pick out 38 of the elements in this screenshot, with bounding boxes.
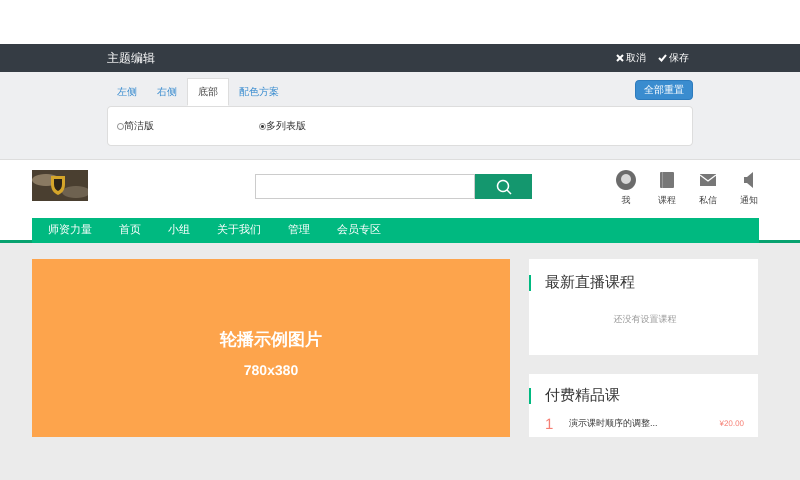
- user-link[interactable]: 我: [612, 170, 640, 208]
- tab[interactable]: 底部: [187, 78, 229, 106]
- check-icon: [658, 54, 667, 62]
- editor-title: 主题编辑: [107, 50, 155, 67]
- radio-option[interactable]: 简洁版: [117, 118, 259, 134]
- nav-link[interactable]: 会员专区: [337, 222, 381, 239]
- card-title: 最新直播课程: [545, 273, 635, 293]
- empty-message: 还没有设置课程: [612, 312, 678, 326]
- close-icon: [616, 54, 624, 62]
- nav-link[interactable]: 师资力量: [48, 222, 92, 239]
- nav-link[interactable]: 首页: [119, 222, 141, 239]
- book-icon: [659, 171, 675, 189]
- save-button[interactable]: 保存: [658, 50, 689, 66]
- speaker-icon: [743, 172, 755, 188]
- radio-option[interactable]: 多列表版: [259, 118, 306, 134]
- slide-size: 780x380: [244, 361, 298, 380]
- slide-title: 轮播示例图片: [220, 328, 322, 351]
- cancel-button[interactable]: 取消: [616, 50, 646, 66]
- course-price: ¥20.00: [720, 418, 744, 430]
- search-icon: [496, 178, 512, 194]
- nav-link[interactable]: 小组: [168, 222, 190, 239]
- course-title: 演示课时顺序的调整...: [569, 417, 659, 430]
- user-link[interactable]: 私信: [694, 170, 722, 208]
- nav-link[interactable]: 关于我们: [217, 222, 261, 239]
- user-link[interactable]: 课程: [653, 170, 681, 208]
- tab[interactable]: 右侧: [147, 78, 187, 106]
- search-button[interactable]: [475, 174, 532, 199]
- avatar-icon: [616, 170, 636, 190]
- card-title: 付费精品课: [545, 386, 620, 406]
- mail-icon: [700, 174, 716, 186]
- nav-link[interactable]: 管理: [288, 222, 310, 239]
- logo-icon: [32, 170, 88, 201]
- search-field[interactable]: [255, 174, 475, 199]
- rank-number: 1: [545, 416, 554, 432]
- tab[interactable]: 配色方案: [229, 78, 289, 106]
- reset-button[interactable]: 全部重置: [635, 80, 693, 100]
- user-link[interactable]: 通知: [735, 170, 763, 208]
- tab[interactable]: 左侧: [107, 78, 147, 106]
